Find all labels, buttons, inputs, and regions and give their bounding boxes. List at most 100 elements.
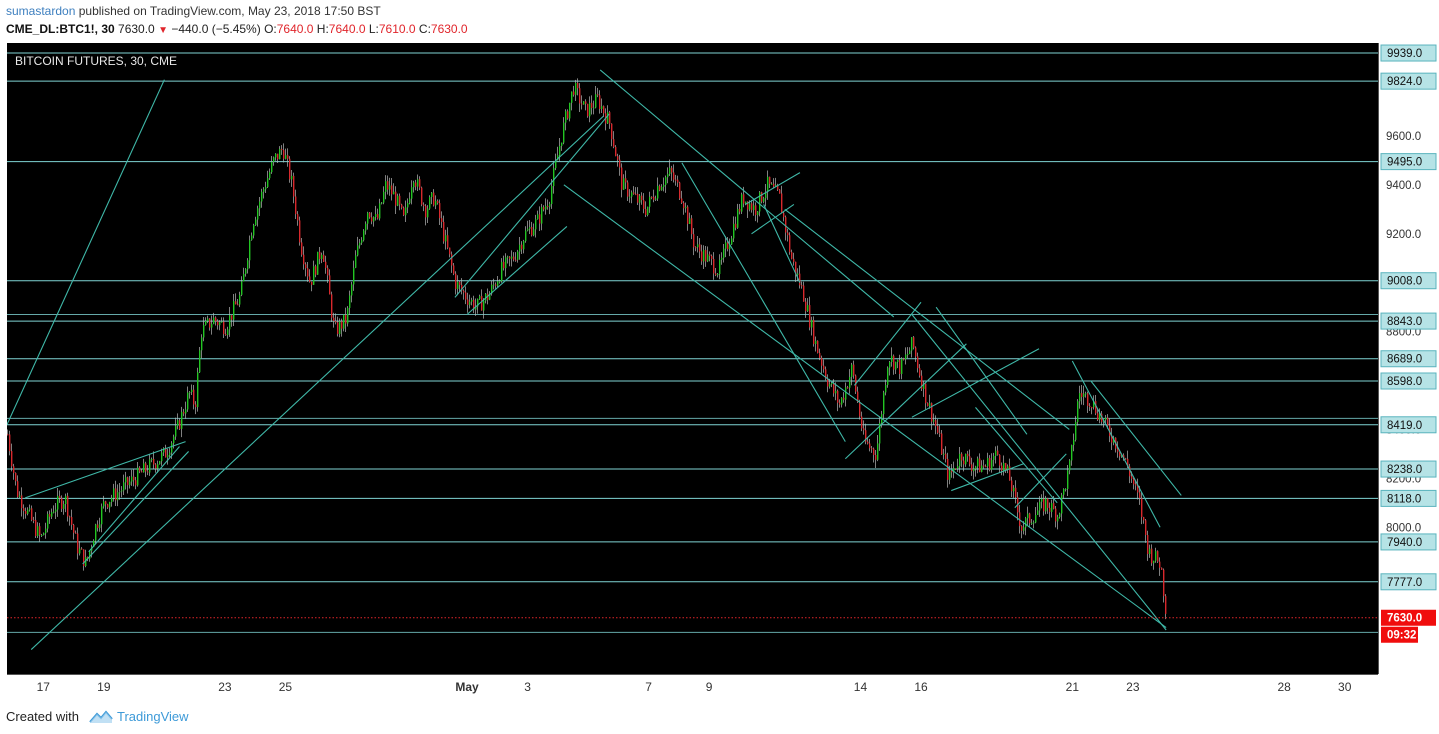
candle-body: [565, 111, 567, 123]
tradingview-brand[interactable]: TradingView: [117, 709, 189, 724]
level-label: 7940.0: [1387, 537, 1422, 549]
candle-body: [319, 251, 321, 260]
candle-body: [1045, 498, 1047, 512]
candle-body: [999, 454, 1001, 466]
price-chart[interactable]: BITCOIN FUTURES, 30, CME8000.08200.08400…: [0, 43, 1439, 700]
candle-body: [211, 323, 213, 328]
candle-body: [409, 198, 411, 204]
candle-body: [969, 456, 971, 465]
candle-body: [447, 235, 449, 248]
candle-body: [295, 196, 297, 215]
candle-body: [675, 179, 677, 181]
candle-body: [655, 198, 657, 200]
candle-body: [915, 347, 917, 357]
candle-body: [403, 207, 405, 216]
high-value: 7640.0: [328, 22, 366, 36]
candle-body: [497, 281, 499, 286]
candle-body: [527, 228, 529, 231]
candle-body: [883, 392, 885, 415]
low-value: 7610.0: [378, 22, 416, 36]
candle-body: [1043, 498, 1045, 512]
candle-body: [19, 495, 21, 497]
candle-body: [495, 284, 497, 286]
author-link[interactable]: sumastardon: [6, 4, 75, 18]
candle-body: [791, 252, 793, 259]
candle-body: [841, 397, 843, 405]
candle-body: [429, 197, 431, 209]
candle-body: [629, 196, 631, 198]
candle-body: [1073, 439, 1075, 446]
candle-body: [653, 196, 655, 200]
candle-body: [551, 186, 553, 205]
candle-body: [1089, 405, 1091, 408]
tradingview-logo-icon[interactable]: [89, 709, 113, 724]
candle-body: [1059, 513, 1061, 517]
candle-body: [459, 281, 461, 285]
candle-body: [737, 208, 739, 228]
candle-body: [621, 167, 623, 190]
candle-body: [661, 186, 663, 191]
candle-body: [391, 185, 393, 195]
candle-body: [759, 192, 761, 212]
candle-body: [709, 254, 711, 256]
candle-body: [705, 249, 707, 262]
candle-body: [423, 204, 425, 207]
candle-body: [13, 466, 15, 474]
candle-body: [167, 454, 169, 458]
candle-body: [45, 528, 47, 534]
candle-body: [817, 340, 819, 353]
candle-body: [741, 194, 743, 212]
time-axis[interactable]: [7, 674, 1378, 700]
candle-body: [253, 225, 255, 236]
candle-body: [833, 383, 835, 394]
candle-body: [173, 436, 175, 444]
candle-body: [757, 211, 759, 216]
candle-body: [97, 524, 99, 528]
candle-body: [965, 453, 967, 465]
candle-body: [369, 212, 371, 218]
down-arrow-icon: ▼: [158, 25, 168, 36]
candle-body: [635, 193, 637, 195]
candle-body: [1027, 513, 1029, 519]
candle-body: [1141, 498, 1143, 518]
candle-body: [361, 240, 363, 243]
candle-body: [1033, 522, 1035, 524]
close-value: 7630.0: [430, 22, 468, 36]
candle-body: [1077, 401, 1079, 422]
candle-body: [217, 321, 219, 326]
candle-body: [877, 443, 879, 460]
candle-body: [387, 181, 389, 190]
close-label: C:: [418, 22, 431, 36]
candle-body: [375, 214, 377, 218]
time-tick-label: 3: [524, 680, 531, 694]
candle-body: [637, 193, 639, 203]
candle-body: [753, 205, 755, 211]
candle-body: [847, 387, 849, 389]
candle-body: [1051, 503, 1053, 512]
candle-body: [469, 301, 471, 305]
candle-body: [147, 471, 149, 473]
candle-body: [23, 508, 25, 512]
candle-body: [691, 218, 693, 235]
candle-body: [29, 508, 31, 510]
candle-body: [1057, 516, 1059, 522]
candle-body: [213, 317, 215, 324]
candle-body: [783, 213, 785, 218]
candle-body: [583, 101, 585, 105]
candle-body: [1053, 503, 1055, 509]
candle-body: [263, 189, 265, 192]
candle-body: [177, 420, 179, 426]
candle-body: [603, 106, 605, 114]
candle-body: [381, 202, 383, 204]
candle-body: [1153, 560, 1155, 564]
candle-body: [679, 182, 681, 199]
candle-body: [711, 255, 713, 259]
candle-body: [873, 448, 875, 455]
candle-body: [1157, 551, 1159, 562]
candle-body: [235, 301, 237, 305]
candle-body: [867, 441, 869, 444]
candle-body: [1071, 445, 1073, 461]
candle-body: [1143, 517, 1145, 521]
candle-body: [279, 148, 281, 160]
candle-body: [1097, 413, 1099, 420]
